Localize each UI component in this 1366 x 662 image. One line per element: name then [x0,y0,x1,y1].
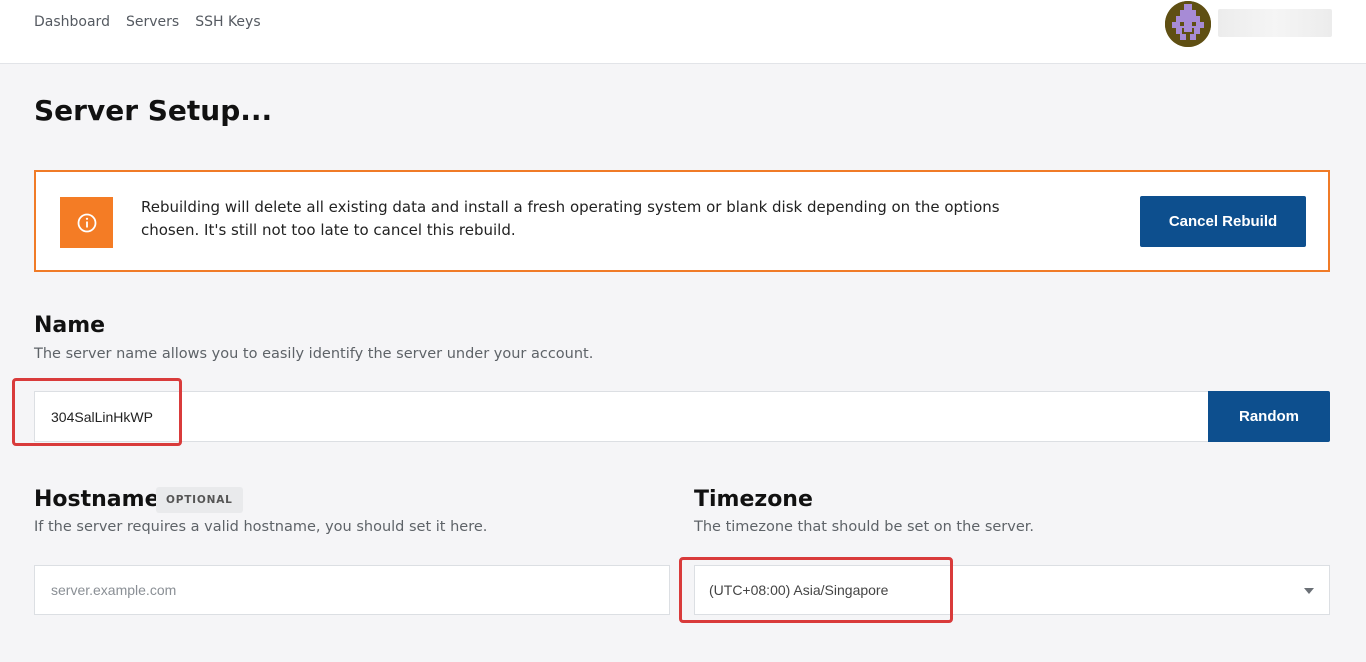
nav-servers[interactable]: Servers [126,14,179,30]
page-title: Server Setup... [34,94,273,127]
hostname-input[interactable]: server.example.com [34,565,670,615]
avatar[interactable] [1165,1,1211,47]
hostname-description: If the server requires a valid hostname,… [34,519,488,535]
cancel-rebuild-button[interactable]: Cancel Rebuild [1140,196,1306,247]
nav-dashboard[interactable]: Dashboard [34,14,110,30]
timezone-description: The timezone that should be set on the s… [694,519,1034,535]
timezone-select[interactable]: (UTC+08:00) Asia/Singapore [694,565,1330,615]
timezone-title: Timezone [694,487,813,512]
user-name-redacted[interactable] [1218,9,1332,37]
chevron-down-icon [1304,588,1314,594]
optional-badge: OPTIONAL [156,487,243,513]
rebuild-warning-alert: Rebuilding will delete all existing data… [34,170,1330,272]
top-navbar: Dashboard Servers SSH Keys [0,0,1366,64]
main-nav: Dashboard Servers SSH Keys [34,14,261,30]
info-icon [60,197,113,248]
nav-ssh-keys[interactable]: SSH Keys [195,14,260,30]
pixel-invader-avatar-icon [1165,1,1211,47]
alert-message: Rebuilding will delete all existing data… [141,198,1000,239]
hostname-title: Hostname [34,487,160,512]
name-title: Name [34,313,106,338]
server-name-input[interactable]: 304SalLinHkWP [34,391,1209,442]
random-name-button[interactable]: Random [1208,391,1330,442]
name-description: The server name allows you to easily ide… [34,346,594,362]
